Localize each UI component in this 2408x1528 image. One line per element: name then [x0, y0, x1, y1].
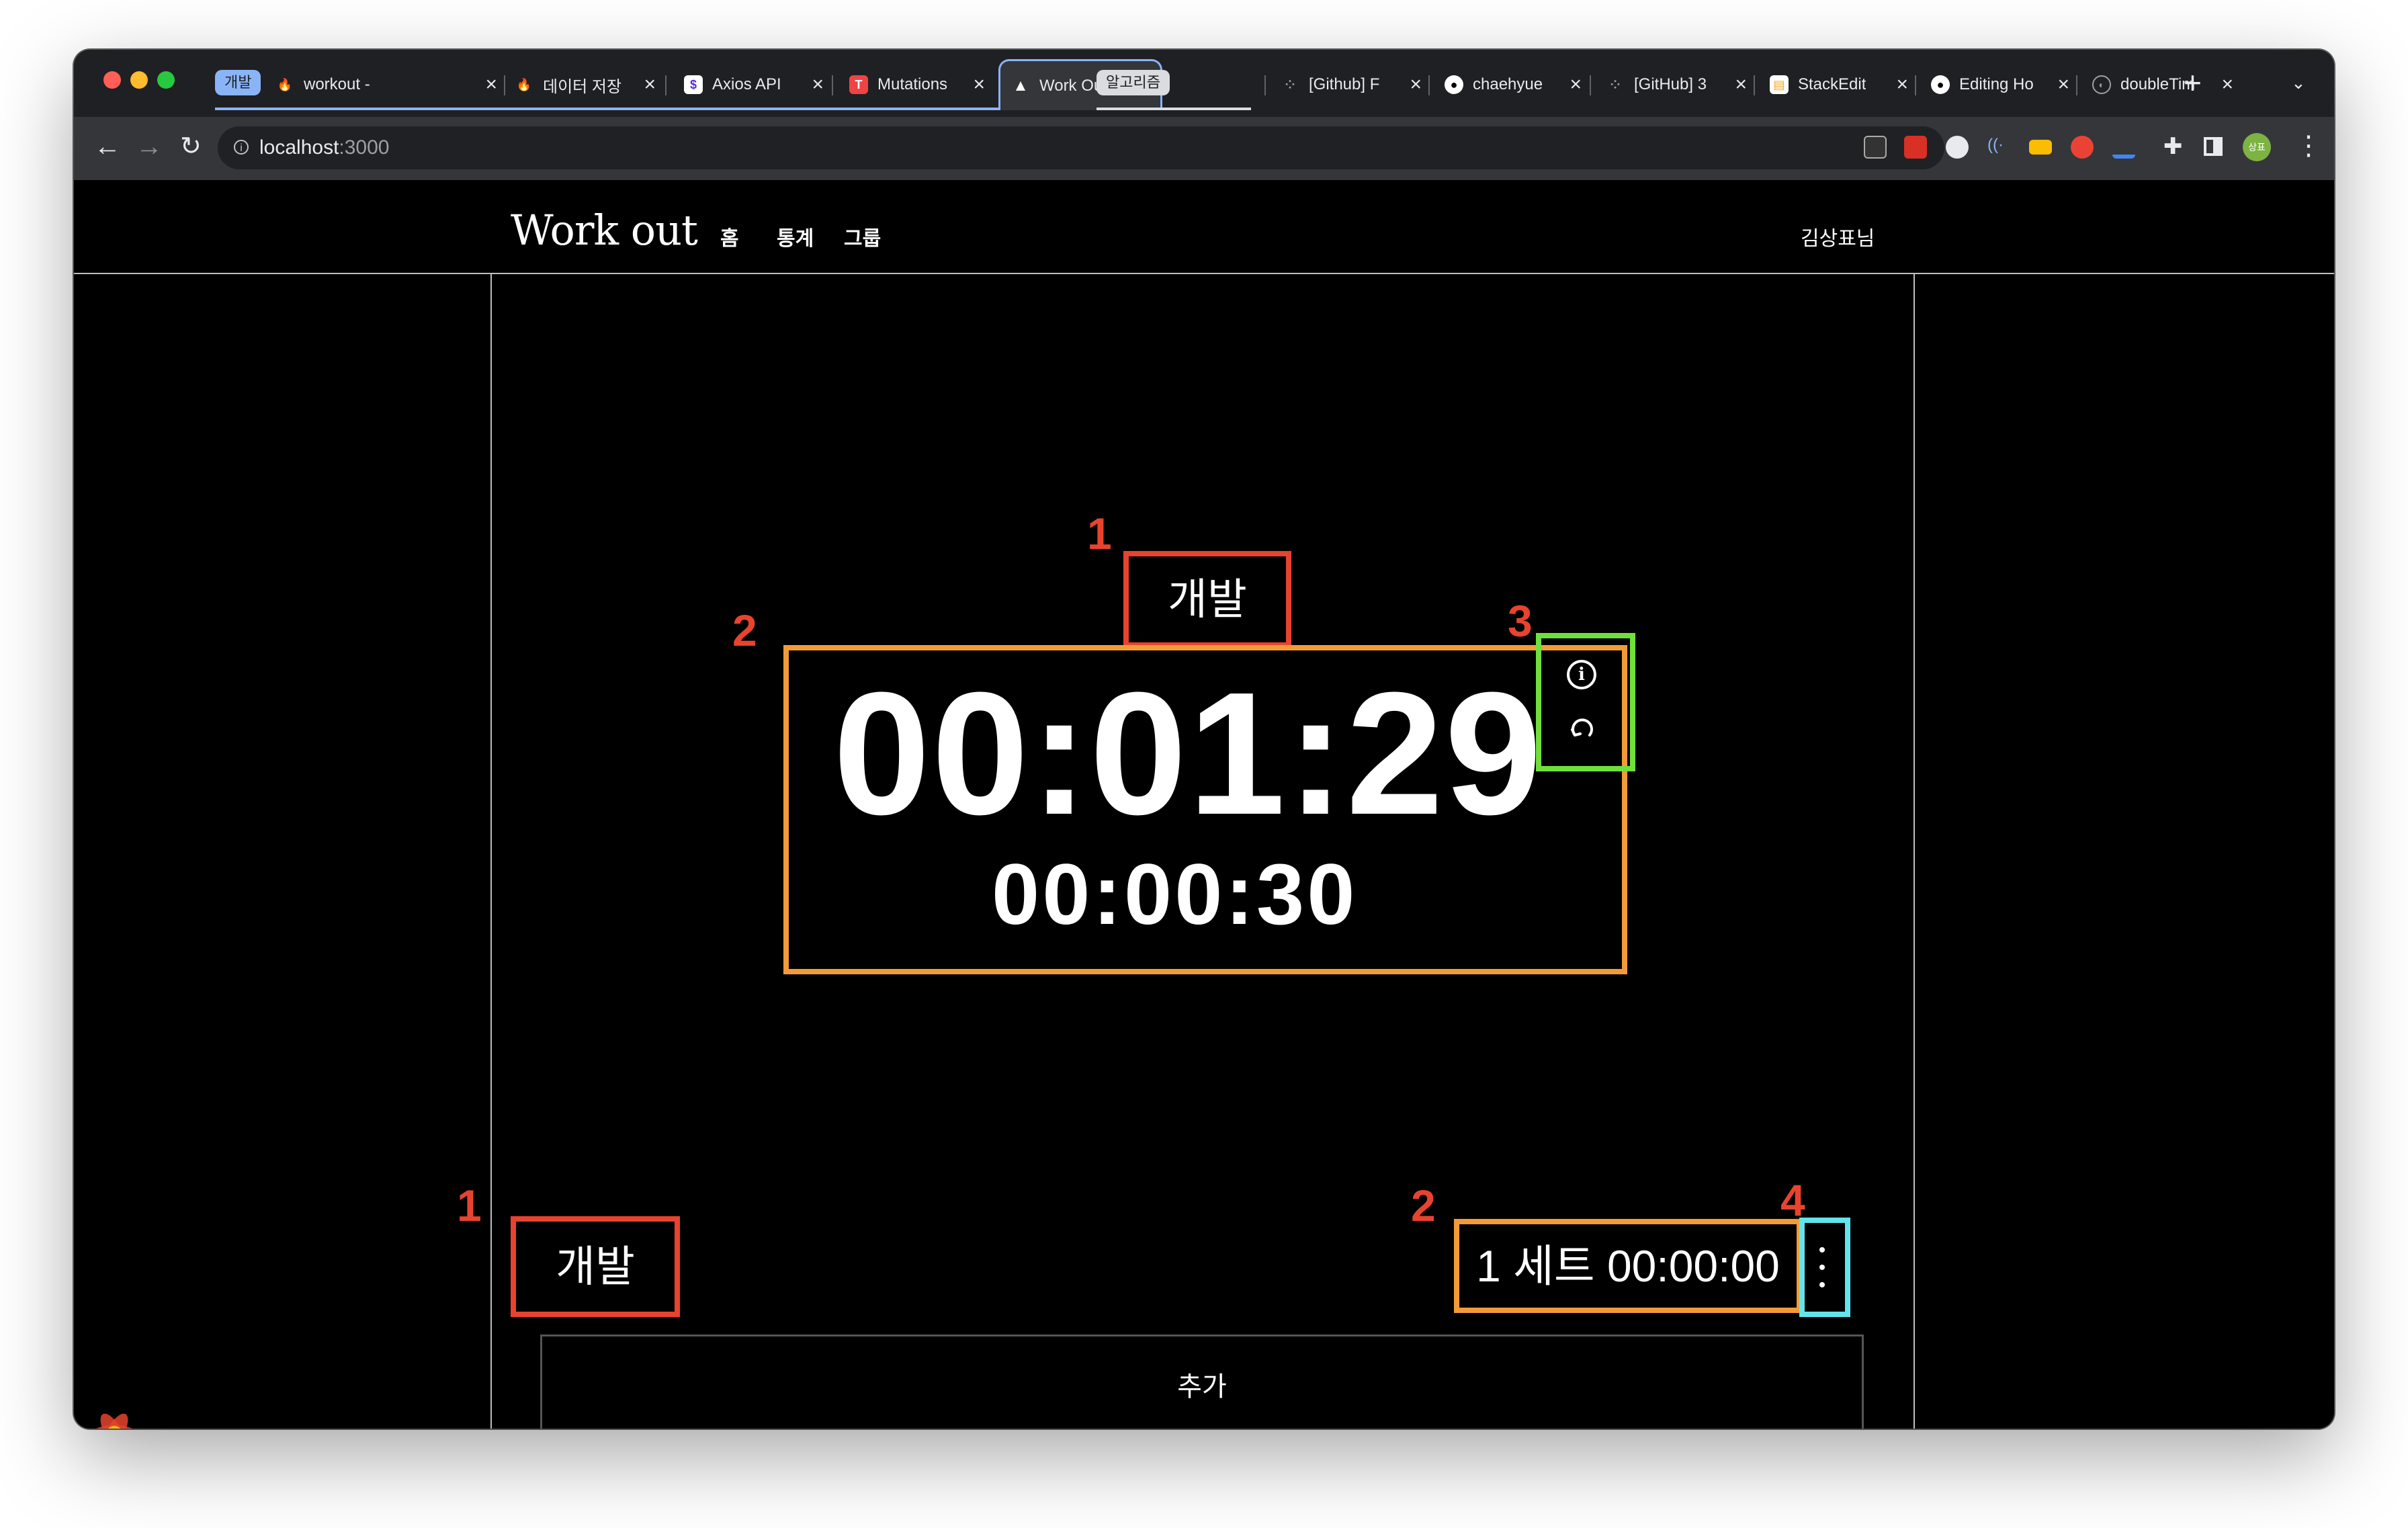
stackedit-icon: ▤	[1770, 75, 1789, 94]
vercel-icon: ▲	[1013, 76, 1029, 95]
nav-home[interactable]: 홈	[720, 222, 739, 251]
tab-group-dev[interactable]: 개발	[215, 70, 261, 95]
info-icon[interactable]: i	[1567, 660, 1596, 689]
url-host: localhost	[259, 136, 339, 159]
tab-separator	[1754, 75, 1755, 95]
tab-title: [Github] F	[1309, 75, 1380, 93]
browser-toolbar: ← → ↻ i localhost:3000 ⇪ ☆ ((· ✚ 상표 ⋮	[74, 117, 2334, 180]
page-viewport: Work out 홈 통계 그룹 김상표님 1 2 3 개발 00:01:29 …	[74, 180, 2334, 1429]
nav-stats[interactable]: 통계	[777, 222, 814, 251]
tab-separator	[1428, 75, 1430, 95]
extension-lh-icon[interactable]	[1864, 136, 1887, 159]
tab-strip: 개발 🔥 workout - × 🔥 데이터 저장 × $ Axios API …	[74, 50, 2334, 117]
tab-stackedit[interactable]: ▤ StackEdit ×	[1770, 62, 1908, 108]
close-icon[interactable]: ×	[1889, 75, 1908, 95]
main-timer: 00:01:29	[833, 656, 1543, 851]
extension-pen-icon[interactable]	[2112, 136, 2135, 159]
timer-actions-box	[1536, 633, 1635, 771]
tab-separator	[1590, 75, 1591, 95]
close-icon[interactable]: ×	[1403, 75, 1422, 95]
url-port: :3000	[339, 136, 390, 159]
tab-title: Editing Ho	[1959, 75, 2033, 93]
kebab-menu-icon[interactable]	[1819, 1247, 1825, 1287]
site-info-icon[interactable]: i	[234, 140, 249, 155]
maximize-window-button[interactable]	[157, 71, 175, 89]
forward-arrow-icon[interactable]: →	[136, 133, 163, 160]
github-icon: ●	[1445, 75, 1463, 94]
address-bar[interactable]: i localhost:3000 ⇪ ☆	[218, 126, 1944, 169]
browser-window: 개발 🔥 workout - × 🔥 데이터 저장 × $ Axios API …	[74, 50, 2334, 1429]
close-icon[interactable]: ×	[2214, 75, 2233, 95]
github-icon: ●	[1931, 75, 1950, 94]
tab-title: workout -	[304, 75, 370, 93]
reload-icon[interactable]: ↻	[180, 133, 202, 160]
close-icon[interactable]: ×	[966, 75, 985, 95]
annotation-label: 2	[732, 605, 757, 655]
rest-timer: 00:00:30	[992, 847, 1358, 943]
tanstack-icon: T	[849, 75, 868, 94]
record-category-label: 개발	[511, 1216, 680, 1317]
tab-mutations[interactable]: T Mutations ×	[773, 62, 985, 108]
nav-group[interactable]: 그룹	[844, 222, 881, 251]
chevron-down-icon[interactable]: ⌄	[2291, 73, 2306, 93]
tab-title: [GitHub] 3	[1634, 75, 1707, 93]
firebase-icon: 🔥	[516, 77, 532, 91]
tab-editing[interactable]: ● Editing Ho ×	[1931, 62, 2069, 108]
record-set-info: 1 세트 00:00:00	[1454, 1219, 1802, 1313]
avatar[interactable]: 상표	[2243, 133, 2271, 161]
minimize-window-button[interactable]	[130, 71, 148, 89]
add-button[interactable]: 추가	[540, 1334, 1864, 1429]
tab-title: StackEdit	[1798, 75, 1866, 93]
app-header: Work out 홈 통계 그룹 김상표님	[74, 180, 2334, 274]
back-arrow-icon[interactable]: ←	[94, 133, 121, 160]
puzzle-icon[interactable]: ✚	[2163, 133, 2183, 160]
tab-separator	[1264, 75, 1266, 95]
extension-wave-icon[interactable]: ((·	[1987, 136, 2010, 159]
reset-icon[interactable]	[1565, 711, 1599, 745]
tab-doubletime[interactable]: ◐ doubleTim ×	[2092, 62, 2233, 108]
content-border-right	[1914, 274, 1915, 1429]
side-panel-icon[interactable]	[2204, 137, 2223, 156]
content-border-left	[490, 274, 492, 1429]
annotation-label: 1	[1087, 509, 1112, 558]
annotation-label: 2	[1411, 1181, 1436, 1230]
extension-shield-icon[interactable]	[2071, 136, 2094, 159]
tab-github-f[interactable]: ⁘ [Github] F ×	[1281, 62, 1422, 108]
tab-separator	[1915, 75, 1916, 95]
annotation-label: 1	[457, 1181, 482, 1230]
close-window-button[interactable]	[103, 71, 121, 89]
close-icon[interactable]: ×	[1728, 75, 1747, 95]
timer-category-label: 개발	[1123, 551, 1291, 648]
record-menu-box	[1799, 1218, 1850, 1317]
dots-icon: ⁘	[1285, 77, 1295, 91]
tab-group-algorithm[interactable]: 알고리즘	[1096, 70, 1170, 95]
extension-red-icon[interactable]	[1904, 136, 1927, 159]
url-text[interactable]: localhost:3000	[259, 136, 389, 159]
new-tab-button[interactable]: +	[2184, 65, 2202, 101]
app-logo[interactable]: Work out	[511, 206, 698, 255]
tab-chaehyue[interactable]: ● chaehyue ×	[1445, 62, 1582, 108]
tab-group-algorithm-underline	[1096, 108, 1251, 110]
annotation-label: 3	[1508, 596, 1533, 646]
react-query-devtools-icon[interactable]	[87, 1407, 141, 1429]
tab-title: chaehyue	[1473, 75, 1543, 93]
tab-github-3[interactable]: ⁘ [GitHub] 3 ×	[1606, 62, 1747, 108]
extension-pet-icon[interactable]	[1946, 136, 1969, 159]
dots-icon: ⁘	[1610, 77, 1621, 91]
axios-icon: $	[684, 75, 703, 94]
close-icon[interactable]: ×	[2051, 75, 2069, 95]
tab-title: Axios API	[712, 75, 781, 93]
firebase-icon: 🔥	[277, 77, 293, 91]
kebab-menu-icon[interactable]: ⋮	[2295, 130, 2322, 161]
extension-yellow-icon[interactable]	[2029, 140, 2052, 155]
tab-group-dev-underline	[215, 108, 1001, 110]
close-icon[interactable]: ×	[1563, 75, 1582, 95]
tab-separator	[2076, 75, 2077, 95]
user-name[interactable]: 김상표님	[1801, 222, 1875, 251]
globe-icon: ◐	[2092, 75, 2111, 94]
tab-title: Mutations	[877, 75, 948, 93]
